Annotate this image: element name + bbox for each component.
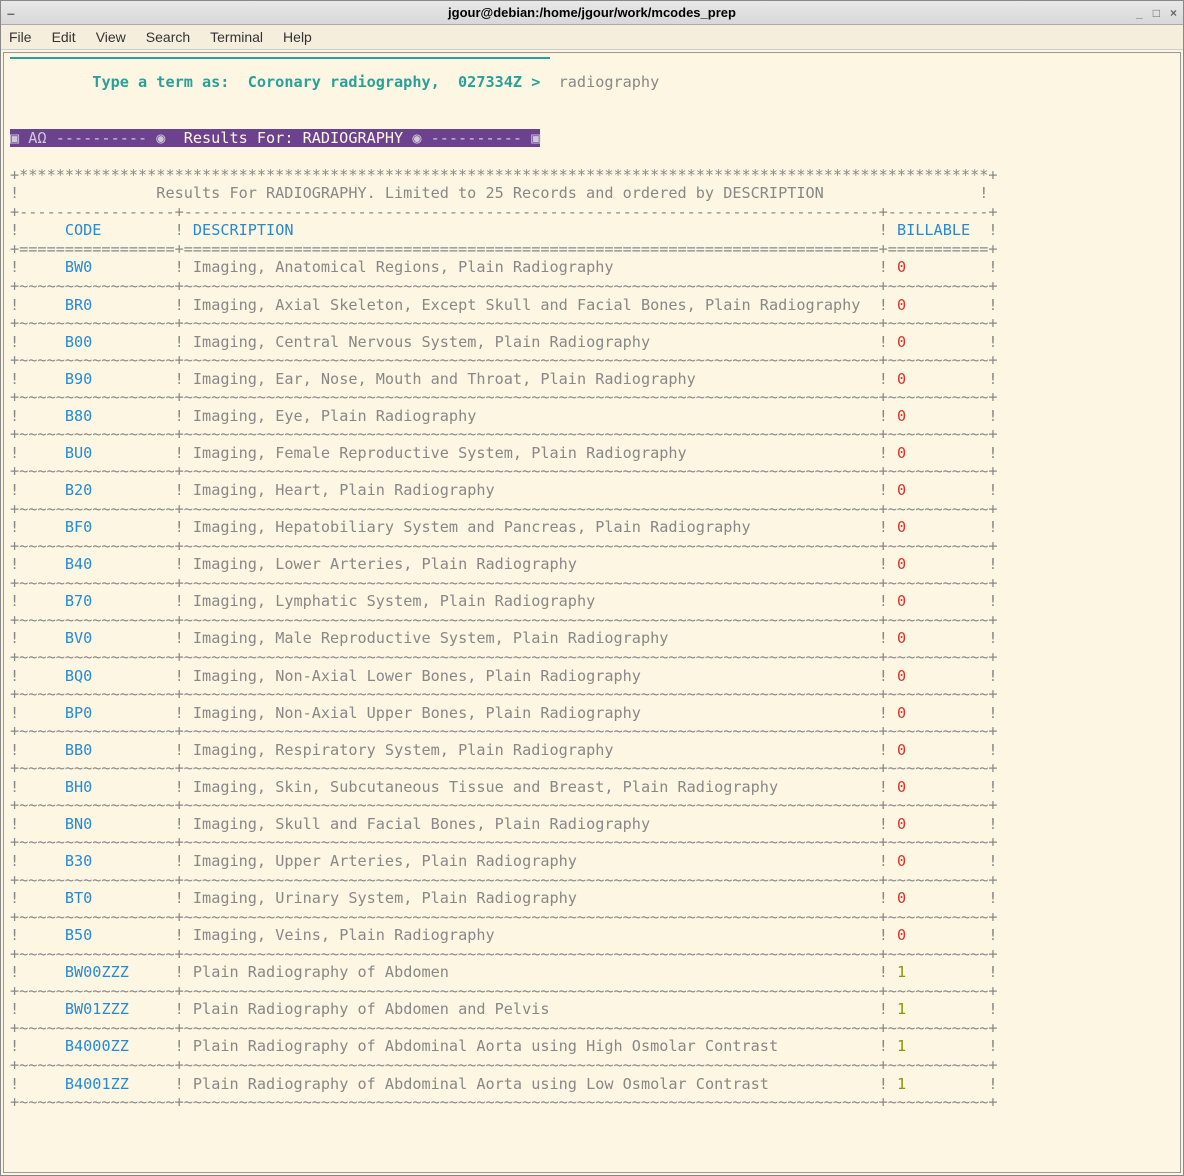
- window-title: jgour@debian:/home/jgour/work/mcodes_pre…: [448, 5, 736, 20]
- titlebar: – jgour@debian:/home/jgour/work/mcodes_p…: [1, 1, 1183, 25]
- minimize-button[interactable]: _: [1136, 6, 1143, 20]
- terminal-output[interactable]: Type a term as: Coronary radiography, 02…: [3, 52, 1181, 1173]
- menu-search[interactable]: Search: [146, 29, 190, 45]
- maximize-button[interactable]: □: [1153, 6, 1160, 20]
- menu-terminal[interactable]: Terminal: [210, 29, 263, 45]
- menu-help[interactable]: Help: [283, 29, 312, 45]
- menubar: File Edit View Search Terminal Help: [1, 25, 1183, 50]
- close-button[interactable]: ×: [1170, 6, 1177, 20]
- terminal-window: – jgour@debian:/home/jgour/work/mcodes_p…: [0, 0, 1184, 1176]
- menu-view[interactable]: View: [96, 29, 126, 45]
- menu-file[interactable]: File: [9, 29, 32, 45]
- menu-edit[interactable]: Edit: [52, 29, 76, 45]
- minimize-hint-icon[interactable]: –: [7, 5, 15, 21]
